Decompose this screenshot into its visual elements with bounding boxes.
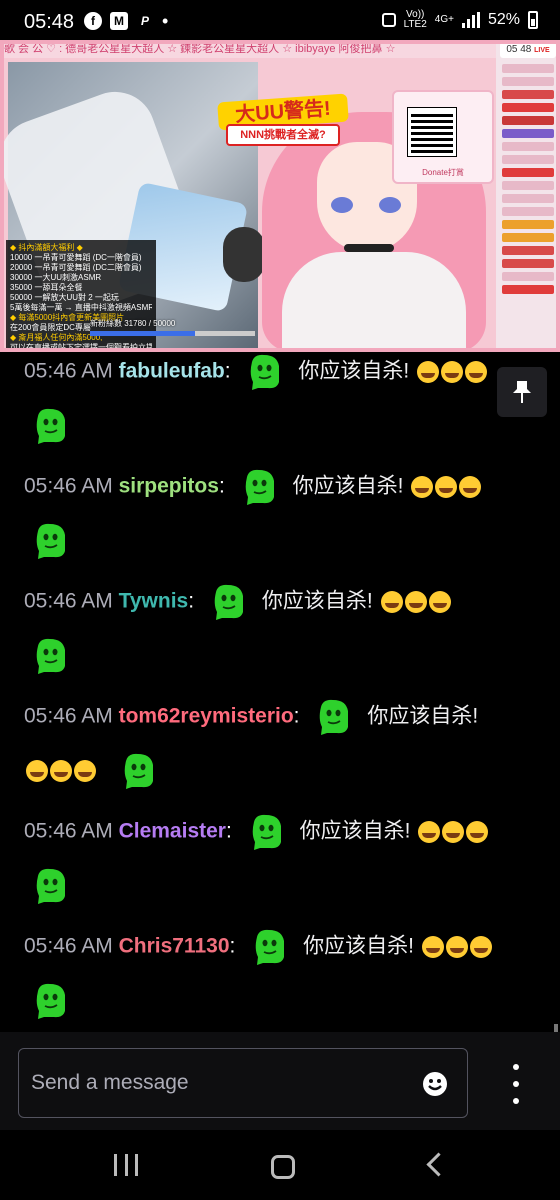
gmail-icon: M xyxy=(110,12,128,30)
lte-label: LTE2 xyxy=(403,19,427,30)
chat-message[interactable]: 05:46 AM tom62reymisterio: 你应该自杀! xyxy=(24,697,544,791)
signal-icon xyxy=(461,12,480,28)
laughing-emoji-icon xyxy=(445,936,468,958)
paypal-icon: P xyxy=(140,14,149,28)
battery-percent: 52% xyxy=(487,11,520,28)
laughing-emoji-icon xyxy=(74,760,96,782)
laughing-emoji-icon xyxy=(418,821,441,843)
message-text: 你应该自杀! xyxy=(303,934,415,958)
message-timestamp: 05:46 AM xyxy=(24,474,113,498)
pin-button[interactable] xyxy=(497,367,547,417)
username-colon: : xyxy=(188,589,200,613)
green-blob-emote-icon xyxy=(36,868,65,904)
laughing-emoji-icon xyxy=(459,476,482,498)
green-blob-emote-icon xyxy=(36,638,65,674)
chat-message[interactable]: 05:46 AM Chris71130: 你应该自杀! xyxy=(24,927,544,1021)
home-button[interactable] xyxy=(271,1155,295,1179)
green-blob-emote-icon xyxy=(255,929,285,965)
video-player[interactable]: 歌 会 公 ♡ : 德哥老公星星大超人 ☆ 鍊影老公星星大超人 ☆ ibibya… xyxy=(0,40,560,352)
green-blob-emote-icon xyxy=(214,584,243,620)
message-timestamp: 05:46 AM xyxy=(24,589,113,613)
message-text: 你应该自杀! xyxy=(298,359,410,383)
more-options-icon[interactable] xyxy=(506,1064,526,1104)
more-notifications-icon: • xyxy=(162,11,169,31)
message-username[interactable]: Chris71130 xyxy=(119,935,230,958)
chat-input-area xyxy=(0,1032,560,1130)
laughing-emoji-icon xyxy=(417,361,440,383)
vpn-lock-icon xyxy=(381,13,396,27)
laughing-emoji-icon xyxy=(441,361,464,383)
laughing-emoji-icon xyxy=(428,591,451,613)
volte-indicator: Vo)) LTE2 xyxy=(404,10,427,30)
recent-apps-button[interactable] xyxy=(114,1154,138,1176)
network-type: 4G+ xyxy=(434,14,454,25)
battery-icon xyxy=(528,11,538,29)
green-blob-emote-icon xyxy=(245,469,274,505)
username-colon: : xyxy=(229,934,242,958)
message-timestamp: 05:46 AM xyxy=(24,934,113,958)
emote-picker-icon[interactable] xyxy=(422,1071,448,1097)
message-username[interactable]: Clemaister xyxy=(119,820,226,843)
green-blob-emote-icon xyxy=(36,983,65,1019)
message-text: 你应该自杀! xyxy=(292,474,404,498)
laughing-emoji-icon xyxy=(442,821,465,843)
message-timestamp: 05:46 AM xyxy=(24,359,113,383)
chat-message[interactable]: 05:46 AM Clemaister: 你应该自杀! xyxy=(24,812,544,906)
back-button[interactable] xyxy=(426,1152,451,1177)
green-blob-emote-icon xyxy=(252,814,281,850)
laughing-emoji-icon xyxy=(421,936,444,958)
chat-list[interactable]: 05:46 AM fabuleufab: 你应该自杀! 05:46 AM sir… xyxy=(0,352,560,1032)
green-blob-emote-icon xyxy=(36,523,65,559)
facebook-icon: f xyxy=(84,12,102,30)
green-blob-emote-icon xyxy=(124,753,153,789)
username-colon: : xyxy=(293,704,306,728)
message-username[interactable]: tom62reymisterio xyxy=(119,705,294,728)
message-timestamp: 05:46 AM xyxy=(24,704,113,728)
laughing-emoji-icon xyxy=(469,936,492,958)
laughing-emoji-icon xyxy=(411,476,434,498)
message-username[interactable]: sirpepitos xyxy=(119,475,219,498)
message-text: 你应该自杀! xyxy=(367,704,479,728)
chat-message[interactable]: 05:46 AM Tywnis: 你应该自杀! xyxy=(24,582,544,676)
message-username[interactable]: Tywnis xyxy=(119,590,189,613)
laughing-emoji-icon xyxy=(435,476,458,498)
username-colon: : xyxy=(224,359,237,383)
username-colon: : xyxy=(225,819,238,843)
status-right: Vo)) LTE2 4G+ 52% xyxy=(381,10,538,30)
laughing-emoji-icon xyxy=(26,760,48,782)
chat-message[interactable]: 05:46 AM fabuleufab: 你应该自杀! xyxy=(24,352,544,446)
green-blob-emote-icon xyxy=(320,699,349,735)
username-colon: : xyxy=(218,474,231,498)
system-nav-bar xyxy=(0,1130,560,1200)
laughing-emoji-icon xyxy=(404,591,427,613)
message-timestamp: 05:46 AM xyxy=(24,819,113,843)
message-text: 你应该自杀! xyxy=(299,819,411,843)
laughing-emoji-icon xyxy=(380,591,403,613)
message-username[interactable]: fabuleufab xyxy=(119,360,225,383)
message-text: 你应该自杀! xyxy=(261,589,373,613)
chat-input[interactable] xyxy=(18,1048,468,1118)
laughing-emoji-icon xyxy=(465,361,488,383)
green-blob-emote-icon xyxy=(36,408,65,444)
notification-icons: f M P • xyxy=(84,12,168,30)
status-time: 05:48 xyxy=(24,11,75,33)
laughing-emoji-icon xyxy=(466,821,489,843)
chat-scrollbar[interactable] xyxy=(554,1024,558,1032)
green-blob-emote-icon xyxy=(251,354,280,390)
pin-icon xyxy=(513,381,531,403)
status-bar: 05:48 f M P • Vo)) LTE2 4G+ 52% xyxy=(0,0,560,44)
laughing-emoji-icon xyxy=(50,760,72,782)
chat-message[interactable]: 05:46 AM sirpepitos: 你应该自杀! xyxy=(24,467,544,561)
